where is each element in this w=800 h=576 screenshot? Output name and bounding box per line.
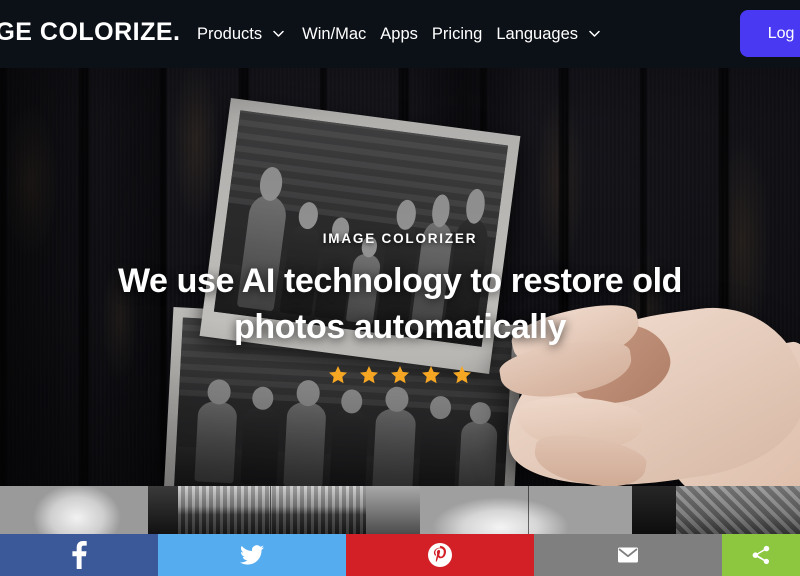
share-button-email[interactable]: Share by Email xyxy=(534,534,722,576)
chevron-down-icon xyxy=(273,28,284,39)
star-icon[interactable] xyxy=(451,364,473,386)
site-logo[interactable]: IMAGE COLORIZE. xyxy=(0,18,181,47)
nav-item-label: Products xyxy=(197,24,263,43)
nav-item-win-mac[interactable]: Win/Mac xyxy=(295,25,373,44)
star-icon[interactable] xyxy=(420,364,442,386)
seated-group-thumbnail[interactable] xyxy=(420,486,632,534)
hero-section xyxy=(0,0,800,534)
email-icon xyxy=(616,543,640,567)
nav-item-pricing[interactable]: Pricing xyxy=(425,25,489,44)
nav-item-languages[interactable]: Languages xyxy=(489,25,611,44)
example-gallery-strip xyxy=(0,486,800,534)
twitter-icon xyxy=(240,545,264,565)
share-button-facebook[interactable]: Share on Facebook xyxy=(0,534,158,576)
street-thumbnail[interactable] xyxy=(366,486,420,534)
share-button-pinterest[interactable]: Save to Pinterest xyxy=(346,534,534,576)
star-icon[interactable] xyxy=(389,364,411,386)
nav-item-label: Languages xyxy=(496,24,579,43)
pinterest-icon xyxy=(428,543,452,567)
nav-item-label: Win/Mac xyxy=(302,24,367,43)
top-navigation-bar: IMAGE COLORIZE. Products Win/Mac Apps Prici… xyxy=(0,0,800,68)
page-root: IMAGE COLORIZER We use AI technology to … xyxy=(0,0,800,576)
nav-item-label: Apps xyxy=(380,24,418,43)
star-icon[interactable] xyxy=(327,364,349,386)
dark-gap-thumbnail[interactable] xyxy=(148,486,178,534)
facebook-icon xyxy=(71,541,87,569)
dark-gap-thumbnail-2[interactable] xyxy=(632,486,676,534)
chevron-down-icon xyxy=(589,28,600,39)
login-button[interactable]: Log In xyxy=(740,10,800,57)
share-button-twitter[interactable]: Share on Twitter xyxy=(158,534,346,576)
star-rating[interactable]: 5 xyxy=(327,364,473,386)
portrait-thumbnail[interactable] xyxy=(0,486,148,534)
storefront-thumbnail[interactable] xyxy=(178,486,366,534)
nav-item-products[interactable]: Products xyxy=(197,25,295,44)
star-icon[interactable] xyxy=(358,364,380,386)
main-nav: Products Win/Mac Apps Pricing Languages xyxy=(197,0,611,68)
chair-thumbnail[interactable] xyxy=(676,486,800,534)
nav-item-apps[interactable]: Apps xyxy=(373,25,425,44)
social-share-bar: Share on FacebookShare on TwitterSave to… xyxy=(0,534,800,576)
nav-item-label: Pricing xyxy=(431,24,483,43)
share-button-more[interactable]: More sharing options xyxy=(722,534,800,576)
share-more-icon xyxy=(750,544,772,566)
